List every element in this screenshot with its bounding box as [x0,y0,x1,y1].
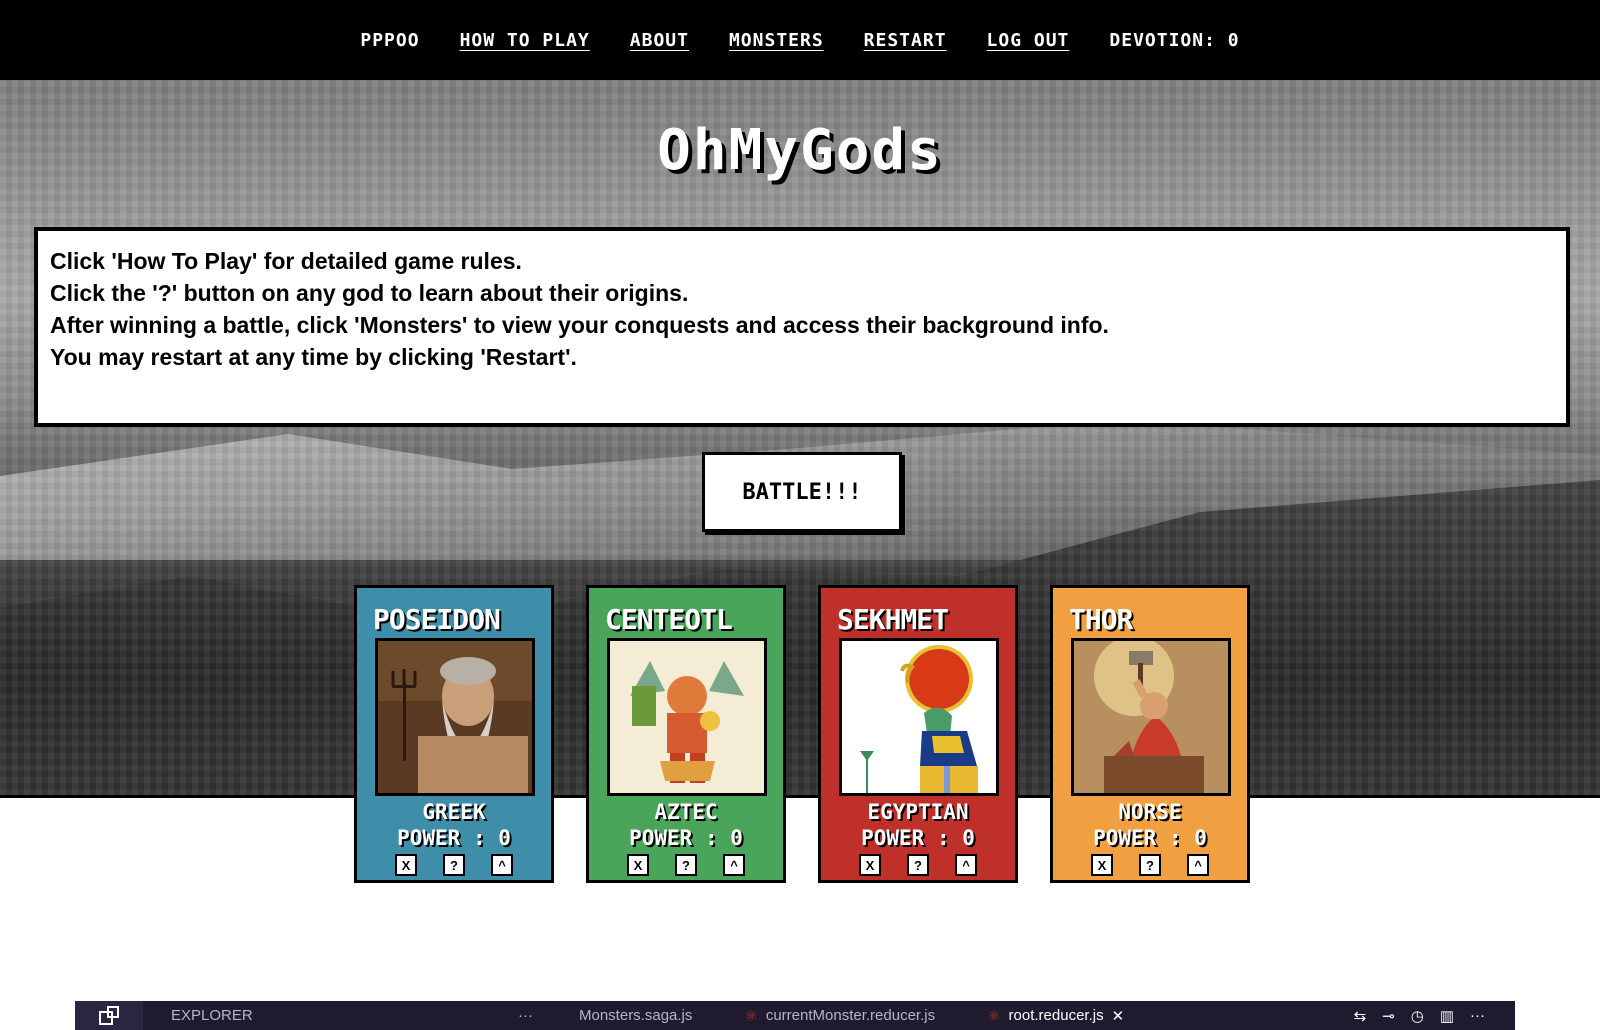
god-name: POSEIDON [373,603,501,636]
card-actions: X ? ^ [607,854,765,876]
god-origin: NORSE [1118,800,1182,824]
explorer-header: EXPLORER ··· [143,1007,553,1024]
card-actions: X ? ^ [375,854,533,876]
info-button[interactable]: ? [443,854,465,876]
mountain-background [0,80,1600,798]
remove-button[interactable]: X [1091,854,1113,876]
god-power: POWER : 0 [397,826,511,850]
card-actions: X ? ^ [1071,854,1229,876]
compare-icon[interactable]: ⇆ [1354,1007,1367,1025]
timeline-icon[interactable]: ◷ [1411,1007,1424,1025]
upgrade-button[interactable]: ^ [723,854,745,876]
battle-button[interactable]: BATTLE!!! [702,452,902,532]
centeotl-portrait-icon [607,638,767,796]
upgrade-button[interactable]: ^ [1187,854,1209,876]
devotion-counter: Devotion: 0 [1109,29,1240,51]
god-origin: GREEK [422,800,486,824]
upgrade-button[interactable]: ^ [955,854,977,876]
upgrade-button[interactable]: ^ [491,854,513,876]
god-origin: AZTEC [654,800,718,824]
instruction-line: Click 'How To Play' for detailed game ru… [50,248,522,274]
redux-icon: ⚛ [744,1007,758,1025]
god-origin: EGYPTIAN [867,800,969,824]
god-card-centeotl: CENTEOTL AZTEC POWER : 0 X ? ^ [586,585,786,883]
explorer-label: EXPLORER [171,1007,253,1024]
remove-button[interactable]: X [627,854,649,876]
editor-actions: ⇆ ⊸ ◷ ▥ ··· [1354,1007,1515,1025]
explorer-more-icon[interactable]: ··· [518,1007,533,1024]
editor-tab[interactable]: Monsters.saga.js [553,1007,718,1024]
god-card-sekhmet: SEKHMET EGYPTIAN POWER : 0 X ? ^ [818,585,1018,883]
git-icon[interactable]: ⊸ [1382,1007,1395,1025]
god-name: SEKHMET [837,603,949,636]
nav-monsters[interactable]: Monsters [729,30,824,51]
split-editor-icon[interactable]: ▥ [1440,1007,1454,1025]
info-button[interactable]: ? [1139,854,1161,876]
more-actions-icon[interactable]: ··· [1470,1007,1485,1025]
info-button[interactable]: ? [675,854,697,876]
nav-restart[interactable]: Restart [864,30,947,51]
god-card-poseidon: POSEIDON GREEK POWER : 0 X ? ^ [354,585,554,883]
game-title: OhMyGods [657,118,943,183]
extensions-icon[interactable] [75,1001,143,1030]
ide-window-strip: EXPLORER ··· Monsters.saga.js ⚛ currentM… [75,1001,1515,1030]
tab-label: root.reducer.js [1008,1007,1104,1024]
editor-tab-active[interactable]: ⚛ root.reducer.js ✕ [961,1007,1150,1025]
thor-portrait-icon [1071,638,1231,796]
instructions-box: Click 'How To Play' for detailed game ru… [34,227,1570,427]
remove-button[interactable]: X [859,854,881,876]
nav-log-out[interactable]: Log out [987,30,1070,51]
close-tab-icon[interactable]: ✕ [1112,1007,1125,1025]
top-nav: PPPOO How To Play About Monsters Restart… [0,0,1600,80]
tab-label: Monsters.saga.js [579,1007,693,1024]
god-name: CENTEOTL [605,603,733,636]
god-card-thor: THOR NORSE POWER : 0 X ? ^ [1050,585,1250,883]
nav-about[interactable]: About [630,30,689,51]
god-name: THOR [1069,603,1133,636]
instruction-line: You may restart at any time by clicking … [50,344,577,370]
poseidon-portrait-icon [375,638,535,796]
card-actions: X ? ^ [839,854,997,876]
tab-label: currentMonster.reducer.js [765,1007,936,1024]
info-button[interactable]: ? [907,854,929,876]
editor-tab[interactable]: ⚛ currentMonster.reducer.js [718,1007,961,1025]
god-power: POWER : 0 [1093,826,1207,850]
nav-how-to-play[interactable]: How To Play [460,30,590,51]
pixel-texture [0,80,1600,795]
remove-button[interactable]: X [395,854,417,876]
nav-brand[interactable]: PPPOO [360,30,419,51]
instruction-line: Click the '?' button on any god to learn… [50,280,689,306]
god-power: POWER : 0 [629,826,743,850]
instruction-line: After winning a battle, click 'Monsters'… [50,312,1109,338]
sekhmet-portrait-icon [839,638,999,796]
god-power: POWER : 0 [861,826,975,850]
redux-icon: ⚛ [987,1007,1001,1025]
